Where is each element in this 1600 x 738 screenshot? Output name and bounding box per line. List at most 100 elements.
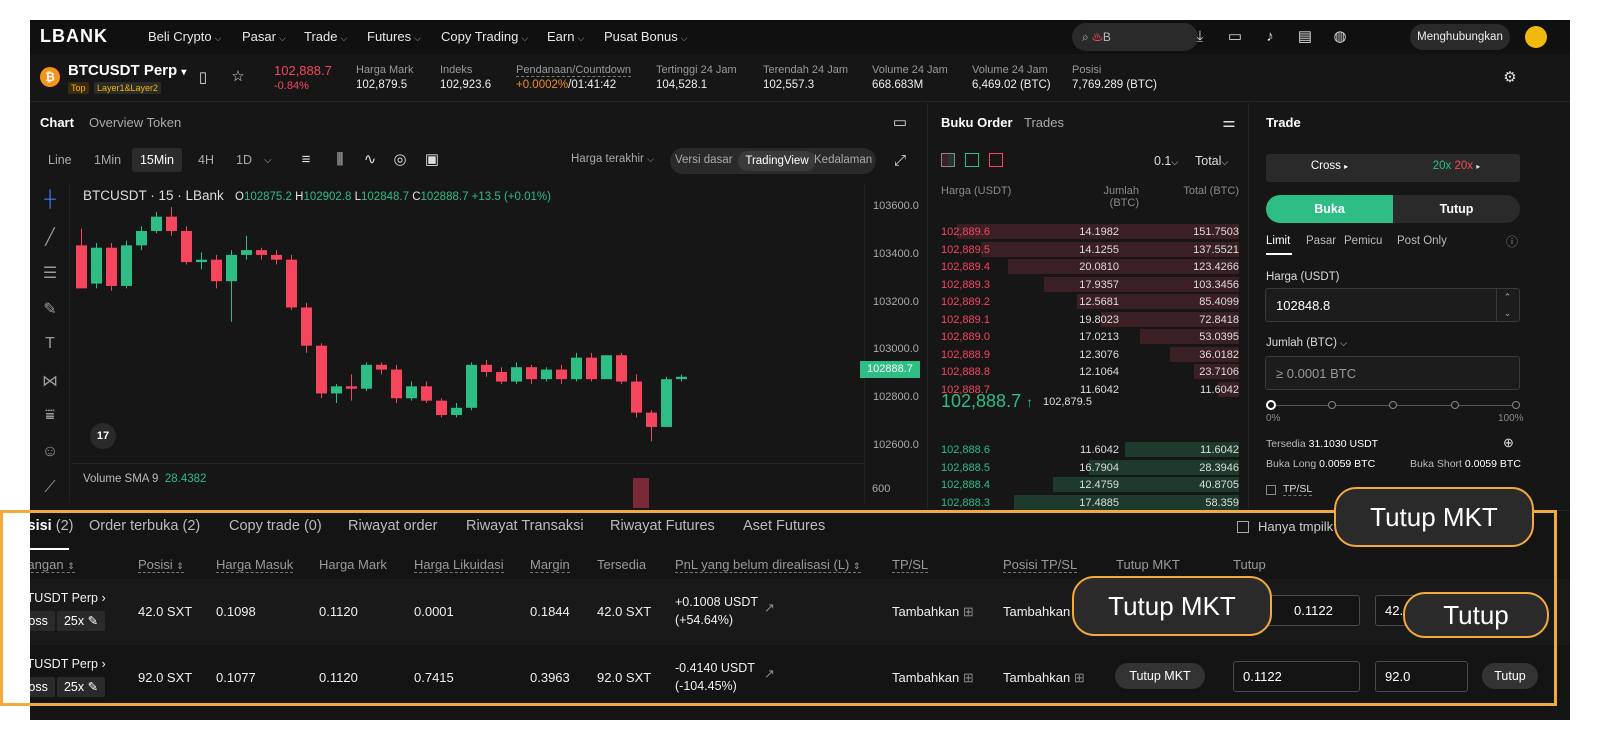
download-icon[interactable]: ⤓ — [1190, 27, 1210, 47]
ob-view-asks-icon[interactable] — [989, 153, 1003, 167]
tab-futures-assets[interactable]: Aset Futures — [743, 518, 825, 534]
tradingview-logo[interactable]: 17 — [90, 423, 116, 449]
ask-row[interactable]: 102,888.9 12.3076 36.0182 — [929, 346, 1249, 363]
bell-icon[interactable]: ♪ — [1260, 27, 1280, 47]
row-pair[interactable]: SXTUSDT Perp › — [30, 591, 106, 605]
slider-stop[interactable] — [1512, 401, 1520, 409]
crosshair-icon[interactable]: ┼ — [38, 191, 62, 215]
line-chart-icon[interactable]: ∿ — [360, 150, 380, 170]
close-limit-button[interactable]: Tutup — [1482, 663, 1538, 689]
price-stepper[interactable]: ⌃ ⌄ — [1496, 289, 1518, 321]
ruler-icon[interactable]: ⟋ — [38, 479, 62, 503]
margin-mode-badge[interactable]: Cross — [30, 611, 55, 631]
tab-transaction-history[interactable]: Riwayat Transaksi — [466, 518, 584, 534]
book-icon[interactable]: ▯ — [193, 68, 213, 88]
order-type-market[interactable]: Pasar — [1306, 235, 1336, 247]
nav-futures[interactable]: Futures ⌵ — [367, 29, 421, 44]
open-tab-button[interactable]: Buka — [1266, 195, 1393, 223]
lbank-logo[interactable]: LBANK — [40, 26, 108, 47]
bid-row[interactable]: 102,888.4 12.4759 40.8705 — [929, 476, 1249, 493]
ask-row[interactable]: 102,889.4 20.0810 123.4266 — [929, 258, 1249, 275]
order-type-trigger[interactable]: Pemicu — [1344, 235, 1382, 247]
ask-row[interactable]: 102,889.3 17.9357 103.3456 — [929, 276, 1249, 293]
tab-overview-token[interactable]: Overview Token — [89, 115, 181, 130]
tab-chart[interactable]: Chart — [40, 115, 74, 130]
version-basic[interactable]: Versi dasar — [675, 154, 733, 166]
slider-stop[interactable] — [1328, 401, 1336, 409]
star-icon[interactable]: ☆ — [228, 67, 248, 87]
nav-earn[interactable]: Earn ⌵ — [547, 29, 584, 44]
ask-row[interactable]: 102,889.5 14.1255 137.5521 — [929, 241, 1249, 258]
share-icon[interactable]: ↗ — [764, 600, 775, 616]
horizontal-lines-icon[interactable]: ☰ — [38, 263, 62, 287]
ob-view-bids-icon[interactable] — [965, 153, 979, 167]
slider-stop[interactable] — [1389, 401, 1397, 409]
nav-pasar[interactable]: Pasar ⌵ — [242, 29, 286, 44]
close-price-input[interactable]: 0.1122 — [1233, 661, 1360, 692]
price-input[interactable]: 102848.8 — [1265, 288, 1520, 322]
hide-other-checkbox[interactable] — [1237, 521, 1249, 533]
stat-label[interactable]: Pendanaan/Countdown — [516, 64, 631, 77]
bid-row[interactable]: 102,888.3 17.4885 58.359 — [929, 494, 1249, 511]
measure-icon[interactable]: ⩸ — [38, 407, 62, 431]
candle-type-icon[interactable]: ⫼ — [330, 150, 350, 170]
brush-icon[interactable]: ✎ — [38, 299, 62, 323]
tf-4h[interactable]: 4H — [198, 153, 214, 167]
close-tab-button[interactable]: Tutup — [1393, 195, 1520, 223]
nav-pusat-bonus[interactable]: Pusat Bonus ⌵ — [604, 29, 688, 44]
trendline-icon[interactable]: ╱ — [38, 227, 62, 251]
leverage-button[interactable]: 20x 20x ▸ — [1393, 160, 1520, 172]
pair-selector[interactable]: BTCUSDT Perp ▾ — [68, 62, 186, 79]
ask-row[interactable]: 102,889.1 19.8023 72.8418 — [929, 311, 1249, 328]
avatar[interactable] — [1525, 26, 1547, 48]
version-depth[interactable]: Kedalaman — [814, 154, 872, 166]
col-pnl[interactable]: PnL yang belum direalisasi (L) ⇕ — [675, 557, 861, 573]
connect-button[interactable]: Menghubungkan — [1410, 24, 1510, 50]
pattern-icon[interactable]: ⋈ — [38, 371, 62, 395]
candlestick-chart[interactable] — [72, 183, 864, 503]
fullscreen-icon[interactable]: ▭ — [890, 113, 910, 133]
add-position-tpsl[interactable]: Tambahkan ⊞ — [1003, 670, 1085, 686]
price-axis[interactable]: 103600.0 103400.0 103200.0 103000.0 102800.0… — [864, 183, 927, 503]
tab-open-orders[interactable]: Order terbuka (2) — [89, 518, 200, 534]
tf-15min[interactable]: 15Min — [132, 148, 182, 172]
orders-icon[interactable]: ▤ — [1295, 27, 1315, 47]
chevron-down-icon[interactable]: ⌵ — [264, 155, 272, 166]
sliders-icon[interactable]: ⚌ — [1219, 113, 1239, 133]
tf-1min[interactable]: 1Min — [94, 153, 121, 167]
transfer-plus-icon[interactable]: ⊕ — [1503, 435, 1514, 451]
ask-row[interactable]: 102,889.2 12.5681 85.4099 — [929, 293, 1249, 310]
add-position-tpsl[interactable]: Tambahkan — [1003, 604, 1070, 619]
qty-input[interactable]: ≥ 0.0001 BTC — [1265, 356, 1520, 390]
total-select[interactable]: Total⌵ — [1195, 154, 1228, 168]
leverage-badge[interactable]: 25x ✎ — [57, 611, 105, 631]
tab-order-book[interactable]: Buku Order — [941, 115, 1013, 130]
ask-row[interactable]: 102,888.8 12.1064 23.7106 — [929, 363, 1249, 380]
text-icon[interactable]: T — [38, 335, 62, 359]
version-tradingview[interactable]: TradingView — [738, 151, 816, 171]
add-tpsl[interactable]: Tambahkan ⊞ — [892, 604, 974, 620]
col-position[interactable]: Posisi ⇕ — [138, 557, 184, 573]
tab-copy-trade[interactable]: Copy trade (0) — [229, 518, 322, 534]
tf-1d[interactable]: 1D — [236, 153, 252, 167]
tab-futures-history[interactable]: Riwayat Futures — [610, 518, 715, 534]
order-type-post-only[interactable]: Post Only — [1397, 235, 1447, 247]
cross-button[interactable]: Cross ▸ — [1266, 160, 1393, 172]
tpsl-checkbox[interactable] — [1266, 485, 1276, 495]
share-icon[interactable]: ↗ — [764, 666, 775, 682]
col-pair[interactable]: Pasangan ⇕ — [30, 557, 75, 573]
tab-positions[interactable]: Posisi (2) — [30, 518, 73, 534]
add-tpsl[interactable]: Tambahkan ⊞ — [892, 670, 974, 686]
tab-trades[interactable]: Trades — [1024, 115, 1064, 130]
leverage-badge[interactable]: 25x ✎ — [57, 677, 105, 697]
tf-line[interactable]: Line — [48, 153, 72, 167]
nav-beli-crypto[interactable]: Beli Crypto ⌵ — [148, 29, 221, 44]
target-icon[interactable]: ◎ — [390, 150, 410, 170]
settings-icon[interactable]: ⚙ — [1500, 68, 1520, 88]
search-input[interactable]: ⌕ ♨B — [1072, 23, 1198, 51]
bid-row[interactable]: 102,888.6 11.6042 11.6042 — [929, 441, 1249, 458]
bid-row[interactable]: 102,888.5 16.7904 28.3946 — [929, 459, 1249, 476]
ask-row[interactable]: 102,889.0 17.0213 53.0395 — [929, 328, 1249, 345]
tab-order-history[interactable]: Riwayat order — [348, 518, 437, 534]
close-market-button[interactable]: Tutup MKT — [1115, 663, 1205, 689]
